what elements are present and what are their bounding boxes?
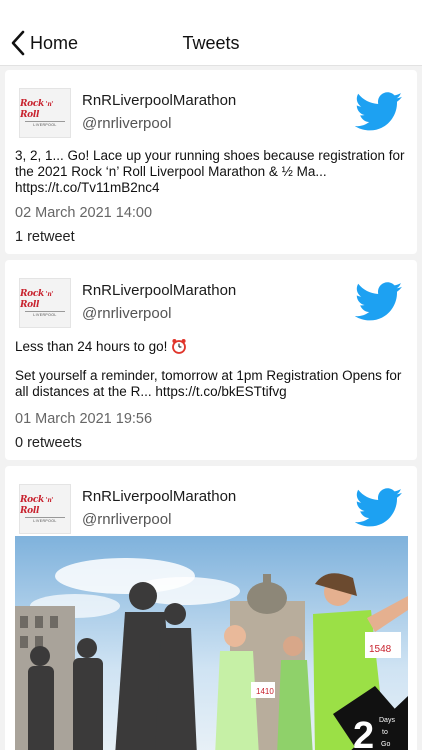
twitter-bird-icon xyxy=(355,92,403,131)
tweet-card[interactable]: Rock 'n' Roll LIVERPOOL RnRLiverpoolMara… xyxy=(5,70,417,254)
avatar: Rock 'n' Roll LIVERPOOL xyxy=(19,278,71,328)
nav-bar: Home Tweets xyxy=(0,0,422,66)
tweet-author: RnRLiverpoolMarathon xyxy=(82,282,237,299)
tweet-text: 3, 2, 1... Go! Lace up your running shoe… xyxy=(15,148,405,195)
tweet-handle: @rnrliverpool xyxy=(82,115,172,132)
badge-text-days: Days xyxy=(379,717,395,724)
twitter-bird-icon xyxy=(355,282,403,321)
alarm-clock-icon xyxy=(172,339,187,354)
tweet-card[interactable]: Rock 'n' Roll LIVERPOOL RnRLiverpoolMara… xyxy=(5,260,417,460)
tweet-card[interactable]: Rock 'n' Roll LIVERPOOL RnRLiverpoolMara… xyxy=(5,466,417,750)
tweet-photo[interactable]: 1410 1548 2 Days to Go xyxy=(15,536,408,750)
logo-sub: LIVERPOOL xyxy=(33,518,57,523)
svg-text:1410: 1410 xyxy=(256,687,274,696)
logo-text: Rock 'n' Roll xyxy=(20,98,53,120)
logo-sub: LIVERPOOL xyxy=(33,122,57,127)
tweet-author: RnRLiverpoolMarathon xyxy=(82,92,237,109)
badge-text-to: to xyxy=(382,729,388,736)
tweet-retweets: 0 retweets xyxy=(15,435,82,451)
svg-text:1548: 1548 xyxy=(369,644,392,655)
logo-sub: LIVERPOOL xyxy=(33,312,57,317)
tweet-date: 01 March 2021 19:56 xyxy=(15,411,153,427)
tweet-text-line2: Set yourself a reminder, tomorrow at 1pm… xyxy=(15,368,402,399)
avatar: Rock 'n' Roll LIVERPOOL xyxy=(19,484,71,534)
badge-text-go: Go xyxy=(381,741,390,748)
avatar: Rock 'n' Roll LIVERPOOL xyxy=(19,88,71,138)
logo-text: Rock 'n' Roll xyxy=(20,288,53,310)
logo-text: Rock 'n' Roll xyxy=(20,494,53,516)
tweet-handle: @rnrliverpool xyxy=(82,511,172,528)
tweet-handle: @rnrliverpool xyxy=(82,305,172,322)
badge-number: 2 xyxy=(353,715,374,750)
tweet-text-line1: Less than 24 hours to go! xyxy=(15,338,405,355)
page-title: Tweets xyxy=(182,33,240,53)
tweet-date: 02 March 2021 14:00 xyxy=(15,205,153,221)
tweet-retweets: 1 retweet xyxy=(15,229,75,245)
twitter-bird-icon xyxy=(355,488,403,527)
tweet-author: RnRLiverpoolMarathon xyxy=(82,488,237,505)
